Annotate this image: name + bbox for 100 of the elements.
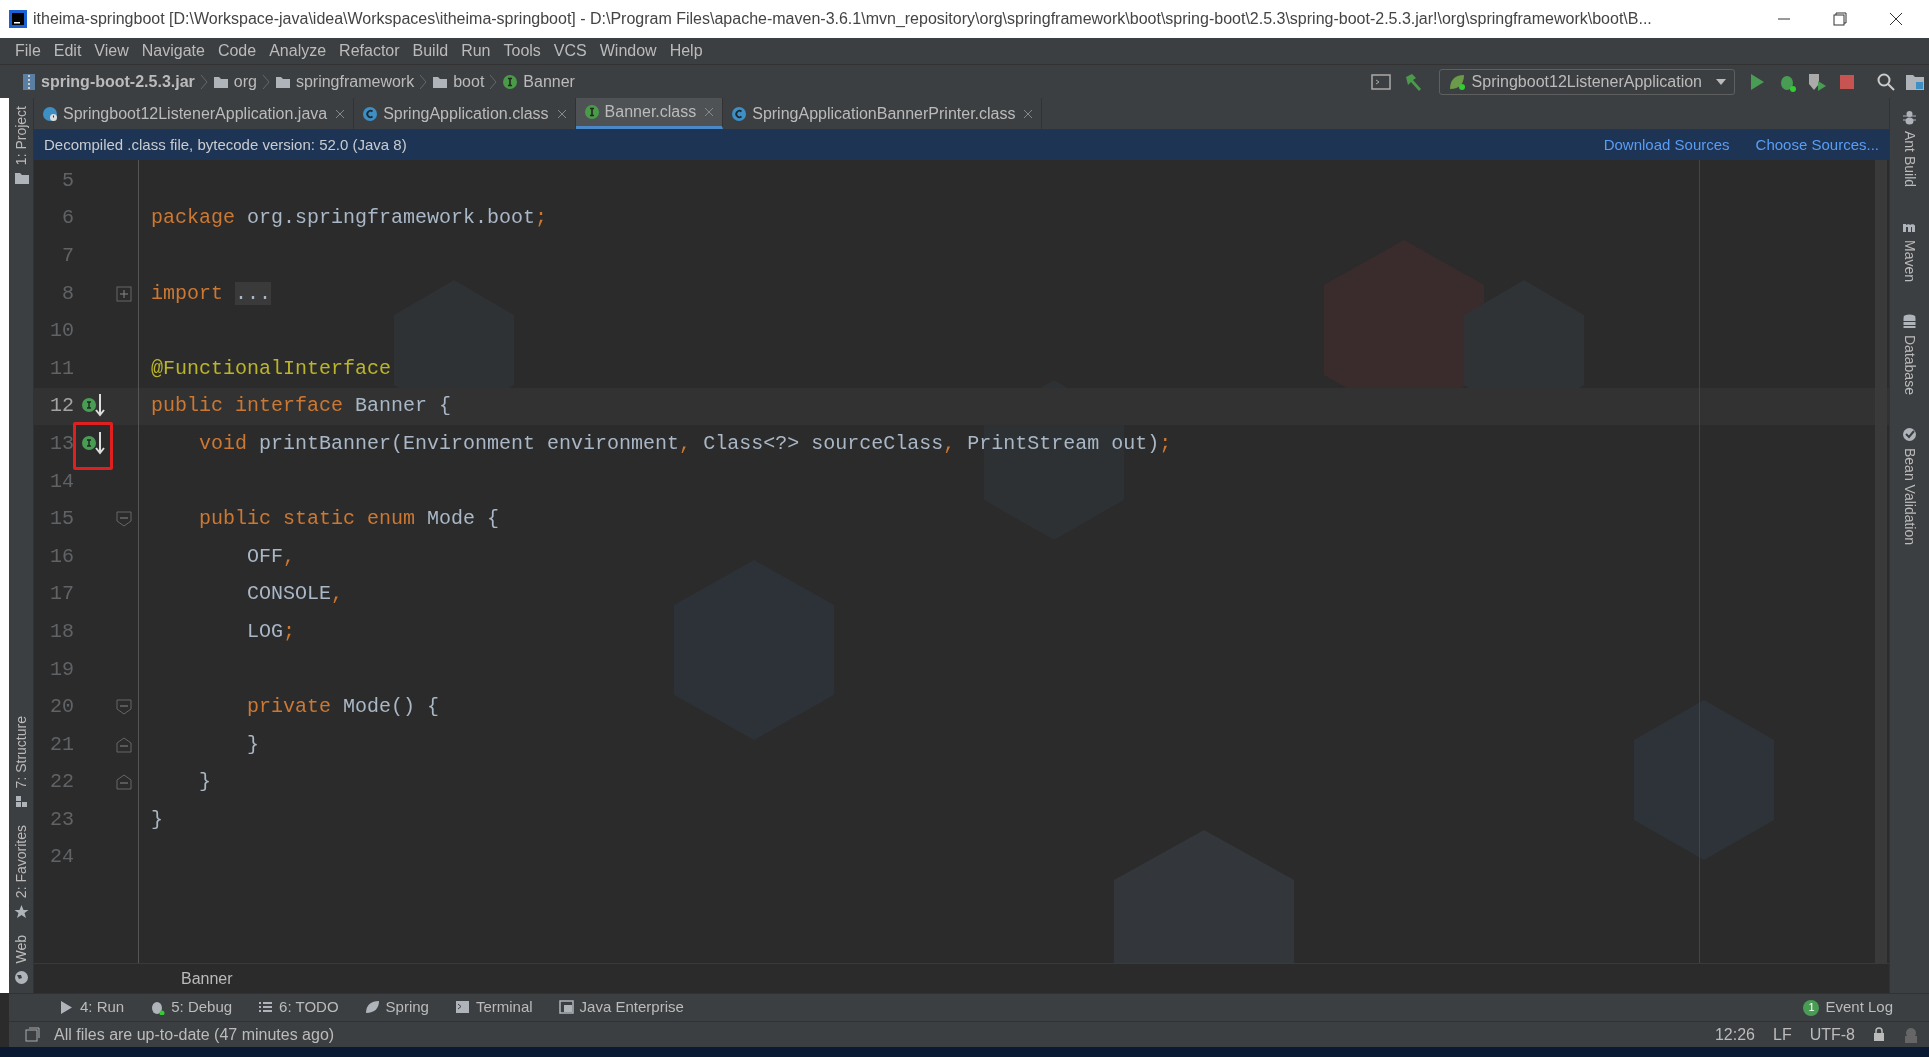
code-line: package org.springframework.boot; <box>151 205 548 232</box>
caret-icon <box>1716 78 1726 85</box>
ant-icon <box>1902 110 1917 125</box>
status-message: All files are up-to-date (47 minutes ago) <box>54 1024 336 1045</box>
close-icon[interactable] <box>704 107 715 117</box>
editor-tab[interactable]: Banner.class <box>575 98 724 129</box>
tool-window-button[interactable]: 4: Run <box>59 996 125 1019</box>
close-icon[interactable] <box>335 108 346 119</box>
stop-icon[interactable] <box>1839 73 1855 90</box>
inspector-icon[interactable] <box>1903 1026 1919 1043</box>
menu-item[interactable]: Navigate <box>141 39 205 63</box>
menu-item[interactable]: Window <box>599 39 657 63</box>
fold-end-icon[interactable] <box>116 774 132 791</box>
code-line: private Mode() { <box>246 694 440 721</box>
tool-window-button[interactable]: 7: Structure <box>11 707 32 818</box>
line-number: 16 <box>49 543 74 570</box>
panel-toggle-icon[interactable] <box>25 1027 40 1042</box>
menu-item[interactable]: Analyze <box>269 39 327 63</box>
menu-item[interactable]: Tools <box>503 39 541 63</box>
terminal-icon <box>454 1000 470 1015</box>
line-separator[interactable]: LF <box>1773 1022 1792 1047</box>
menu-item[interactable]: Edit <box>53 39 82 63</box>
close-icon[interactable] <box>1023 108 1034 119</box>
line-number: 6 <box>61 205 74 232</box>
code-line: } <box>151 806 163 833</box>
breadcrumb-item[interactable]: Banner <box>523 69 575 94</box>
banner-text: Decompiled .class file, bytecode version: 52.0 (Java 8) <box>44 134 408 155</box>
file-encoding[interactable]: UTF-8 <box>1809 1022 1855 1047</box>
interface-icon <box>583 104 600 120</box>
code-line: } <box>198 769 211 796</box>
code-line: void printBanner(Environment environment, Class<?> sourceClass, PrintStream out); <box>198 430 1172 457</box>
menu-item[interactable]: Help <box>669 39 703 63</box>
coverage-icon[interactable] <box>1807 71 1827 92</box>
tool-window-button[interactable]: 2: Favorites <box>11 817 32 928</box>
breadcrumb-item[interactable]: boot <box>453 69 485 94</box>
tool-window-button[interactable]: Spring <box>364 996 429 1019</box>
menu-item[interactable]: Refactor <box>339 39 400 63</box>
enterprise-icon <box>558 1000 574 1015</box>
terminal-window-icon[interactable] <box>1370 73 1391 90</box>
folder-icon <box>14 171 29 187</box>
archive-icon <box>22 72 36 91</box>
line-number: 8 <box>61 280 74 307</box>
tool-window-button[interactable]: Bean Validation <box>1899 419 1920 554</box>
line-number: 21 <box>49 731 74 758</box>
menu-item[interactable]: VCS <box>553 39 587 63</box>
leaf-icon <box>364 1000 380 1015</box>
scrollbar[interactable] <box>1875 160 1887 963</box>
link[interactable]: Download Sources <box>1603 133 1730 157</box>
line-number: 19 <box>49 656 74 683</box>
code-line: import ... <box>151 280 272 307</box>
menu-item[interactable]: Build <box>412 39 449 63</box>
code-line: } <box>246 731 260 758</box>
run-configuration-dropdown[interactable]: Springboot12ListenerApplication <box>1438 68 1735 95</box>
fold-collapse-icon[interactable] <box>116 699 132 716</box>
line-number: 5 <box>61 167 74 194</box>
implemented-arrow-icon[interactable] <box>80 430 108 457</box>
menu-item[interactable]: View <box>94 39 129 63</box>
list-icon <box>258 1000 274 1015</box>
tool-window-button[interactable]: 1: Project <box>11 98 32 195</box>
code-line: @FunctionalInterface <box>151 355 392 382</box>
tool-window-button[interactable]: Maven <box>1899 211 1920 291</box>
tool-window-button[interactable]: Terminal <box>454 996 533 1019</box>
fold-collapse-icon[interactable] <box>116 511 132 528</box>
bug-icon <box>150 1000 166 1015</box>
tool-window-button[interactable]: Web <box>11 927 32 993</box>
tool-window-button[interactable]: Ant Build <box>1899 102 1920 196</box>
breadcrumb-item[interactable]: Banner <box>181 966 233 991</box>
menu-item[interactable]: Code <box>217 39 257 63</box>
menu-item[interactable]: Run <box>461 39 491 63</box>
event-log-button[interactable]: 1 Event Log <box>1803 996 1893 1019</box>
line-number: 13 <box>49 430 74 457</box>
close-icon[interactable] <box>556 108 567 119</box>
app-logo-icon <box>9 10 27 28</box>
interface-icon <box>502 73 519 90</box>
link[interactable]: Choose Sources... <box>1755 133 1879 157</box>
line-number: 18 <box>49 618 74 645</box>
breadcrumb-item[interactable]: org <box>233 69 257 94</box>
breadcrumb-item[interactable]: springframework <box>295 69 415 94</box>
cursor-position[interactable]: 12:26 <box>1714 1022 1755 1047</box>
line-number: 17 <box>49 581 74 608</box>
tool-window-button[interactable]: Java Enterprise <box>558 996 684 1019</box>
tool-window-button[interactable]: Database <box>1899 306 1920 403</box>
line-number: 10 <box>49 318 74 345</box>
fold-expand-icon[interactable] <box>116 285 132 302</box>
line-number: 22 <box>49 769 74 796</box>
run-icon[interactable] <box>1749 72 1765 91</box>
lock-icon[interactable] <box>1873 1027 1885 1042</box>
project-structure-icon[interactable] <box>1905 72 1925 91</box>
count-badge: 1 <box>1803 999 1820 1016</box>
breadcrumb-item[interactable]: spring-boot-2.5.3.jar <box>41 69 195 94</box>
line-number: 14 <box>49 468 74 495</box>
line-number: 24 <box>49 844 74 871</box>
menu-item[interactable]: File <box>15 39 41 63</box>
globe-icon <box>14 970 29 985</box>
tool-window-button[interactable]: 6: TODO <box>258 996 339 1019</box>
search-icon[interactable] <box>1877 72 1895 91</box>
tool-window-button[interactable]: 5: Debug <box>150 996 233 1019</box>
fold-end-icon[interactable] <box>116 736 132 753</box>
structure-icon <box>14 794 29 810</box>
window-title: itheima-springboot [D:\Workspace-java\idea\Workspaces\itheima-springboot] - D:\Program Files\apache-maven-3.6.1\mvn_repository\org\springframework\boot\spring-boot\2.5.3\spring-boot-2.5.3.jar!\org\springframework\boot\B... <box>33 9 1653 29</box>
